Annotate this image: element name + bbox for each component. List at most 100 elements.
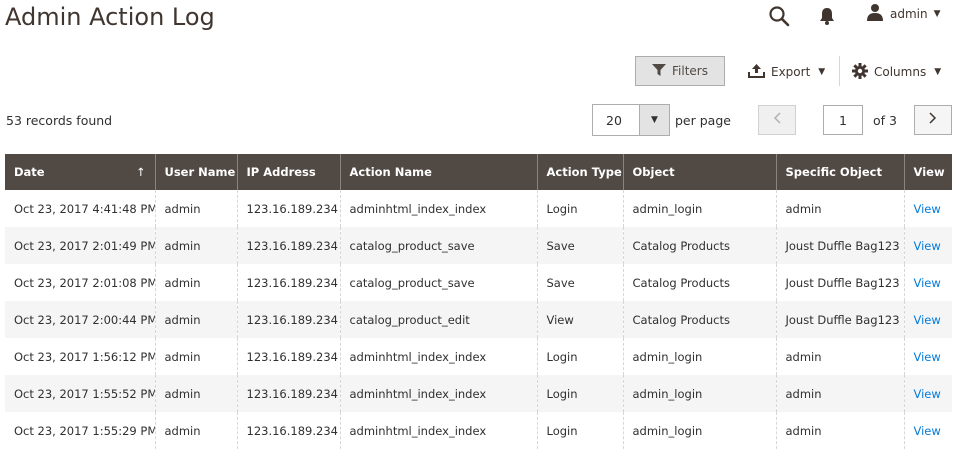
export-icon bbox=[748, 63, 771, 81]
table-row: Oct 23, 2017 1:56:12 PM admin 123.16.189… bbox=[5, 338, 952, 375]
previous-page-button[interactable] bbox=[758, 105, 796, 135]
sort-arrow-icon: ↑ bbox=[135, 165, 146, 179]
filters-button[interactable]: Filters bbox=[635, 56, 725, 86]
view-link[interactable]: View bbox=[903, 412, 952, 449]
table-row: Oct 23, 2017 2:00:44 PM admin 123.16.189… bbox=[5, 301, 952, 338]
page-number-input[interactable]: 1 bbox=[823, 105, 863, 135]
view-link[interactable]: View bbox=[903, 375, 952, 412]
cell-specific-object: admin bbox=[775, 412, 904, 449]
cell-object: Catalog Products bbox=[622, 227, 776, 264]
cell-action-name: adminhtml_index_index bbox=[339, 190, 537, 227]
chevron-right-icon bbox=[929, 112, 937, 128]
records-count: 53 records found bbox=[6, 113, 113, 128]
filter-icon bbox=[652, 63, 672, 79]
cell-action-name: catalog_product_save bbox=[339, 227, 537, 264]
cell-action-type: Login bbox=[536, 375, 623, 412]
cell-date: Oct 23, 2017 1:55:29 PM bbox=[14, 423, 155, 438]
cell-user-name: admin bbox=[154, 227, 237, 264]
user-icon bbox=[866, 3, 884, 25]
cell-specific-object: admin bbox=[775, 190, 904, 227]
cell-action-name: adminhtml_index_index bbox=[339, 375, 537, 412]
gear-icon bbox=[852, 62, 874, 82]
cell-user-name: admin bbox=[154, 412, 237, 449]
column-header-specific-object[interactable]: Specific Object bbox=[775, 154, 904, 190]
chevron-down-icon: ▼ bbox=[934, 67, 942, 77]
cell-action-name: adminhtml_index_index bbox=[339, 412, 537, 449]
filters-label: Filters bbox=[672, 64, 708, 78]
cell-date: Oct 23, 2017 1:55:52 PM bbox=[5, 375, 155, 412]
table-row: Oct 23, 2017 2:01:08 PM admin 123.16.189… bbox=[5, 264, 952, 301]
chevron-down-icon[interactable]: ▼ bbox=[639, 105, 669, 135]
cell-object: Catalog Products bbox=[622, 301, 776, 338]
cell-date: Oct 23, 2017 1:56:12 PM bbox=[14, 349, 155, 364]
per-page-select[interactable]: 20 ▼ bbox=[592, 104, 670, 136]
column-header-action-name[interactable]: Action Name bbox=[339, 154, 537, 190]
cell-date: Oct 23, 2017 2:01:08 PM bbox=[14, 275, 155, 290]
chevron-left-icon bbox=[773, 112, 781, 128]
view-link[interactable]: View bbox=[903, 301, 952, 338]
view-link[interactable]: View bbox=[903, 227, 952, 264]
cell-action-name: catalog_product_edit bbox=[339, 301, 537, 338]
view-link[interactable]: View bbox=[903, 338, 952, 375]
table-header-row: Date ↑ User Name IP Address Action Name A… bbox=[5, 154, 952, 190]
per-page-label: per page bbox=[675, 113, 731, 128]
cell-user-name: admin bbox=[154, 375, 237, 412]
user-menu[interactable]: admin ▼ bbox=[866, 3, 941, 25]
per-page-value: 20 bbox=[606, 112, 622, 128]
view-link[interactable]: View bbox=[903, 264, 952, 301]
cell-user-name: admin bbox=[154, 190, 237, 227]
cell-object: admin_login bbox=[622, 375, 776, 412]
cell-object: Catalog Products bbox=[622, 264, 776, 301]
cell-action-type: Login bbox=[536, 338, 623, 375]
page-count-label: of 3 bbox=[873, 113, 897, 128]
cell-date: Oct 23, 2017 2:00:44 PM bbox=[5, 301, 155, 338]
table-row: Oct 23, 2017 1:55:52 PM admin 123.16.189… bbox=[5, 375, 952, 412]
column-header-action-type[interactable]: Action Type bbox=[536, 154, 623, 190]
columns-button[interactable]: Columns ▼ bbox=[852, 60, 941, 84]
cell-action-type: Login bbox=[536, 190, 623, 227]
columns-label: Columns bbox=[874, 65, 927, 79]
next-page-button[interactable] bbox=[914, 105, 952, 135]
column-header-view: View bbox=[903, 154, 952, 190]
column-header-ip-address[interactable]: IP Address bbox=[236, 154, 340, 190]
cell-object: admin_login bbox=[622, 412, 776, 449]
column-header-object[interactable]: Object bbox=[622, 154, 776, 190]
cell-ip-address: 123.16.189.234 bbox=[236, 264, 340, 301]
cell-ip-address: 123.16.189.234 bbox=[236, 338, 340, 375]
cell-specific-object: Joust Duffle Bag123 bbox=[775, 227, 904, 264]
cell-ip-address: 123.16.189.234 bbox=[236, 190, 340, 227]
table-row: Oct 23, 2017 1:55:29 PM admin 123.16.189… bbox=[5, 412, 952, 449]
page-title: Admin Action Log bbox=[5, 3, 215, 31]
cell-user-name: admin bbox=[154, 338, 237, 375]
chevron-down-icon: ▼ bbox=[933, 9, 941, 19]
chevron-down-icon: ▼ bbox=[818, 67, 826, 77]
cell-date: Oct 23, 2017 4:41:48 PM bbox=[14, 201, 155, 216]
cell-action-type: View bbox=[536, 301, 623, 338]
cell-ip-address: 123.16.189.234 bbox=[236, 412, 340, 449]
cell-user-name: admin bbox=[154, 264, 237, 301]
search-icon[interactable] bbox=[768, 5, 790, 27]
bell-icon[interactable] bbox=[818, 6, 836, 26]
cell-action-name: adminhtml_index_index bbox=[339, 338, 537, 375]
cell-specific-object: Joust Duffle Bag123 bbox=[775, 264, 904, 301]
cell-date: Oct 23, 2017 2:01:49 PM bbox=[5, 227, 155, 264]
user-name: admin bbox=[890, 7, 928, 21]
column-header-user-name[interactable]: User Name bbox=[154, 154, 237, 190]
cell-user-name: admin bbox=[154, 301, 237, 338]
view-link[interactable]: View bbox=[903, 190, 952, 227]
cell-object: admin_login bbox=[622, 338, 776, 375]
cell-object: admin_login bbox=[622, 190, 776, 227]
table-row: Oct 23, 2017 2:01:49 PM admin 123.16.189… bbox=[5, 227, 952, 264]
cell-specific-object: admin bbox=[775, 338, 904, 375]
export-label: Export bbox=[771, 65, 811, 79]
action-log-table: Date ↑ User Name IP Address Action Name A… bbox=[5, 154, 952, 449]
cell-specific-object: Joust Duffle Bag123 bbox=[775, 301, 904, 338]
column-header-date[interactable]: Date ↑ bbox=[5, 154, 155, 190]
cell-ip-address: 123.16.189.234 bbox=[236, 227, 340, 264]
toolbar-divider bbox=[839, 56, 840, 86]
cell-specific-object: admin bbox=[775, 375, 904, 412]
cell-ip-address: 123.16.189.234 bbox=[236, 375, 340, 412]
export-button[interactable]: Export ▼ bbox=[748, 60, 825, 84]
cell-action-type: Save bbox=[536, 264, 623, 301]
table-row: Oct 23, 2017 4:41:48 PM admin 123.16.189… bbox=[5, 190, 952, 227]
